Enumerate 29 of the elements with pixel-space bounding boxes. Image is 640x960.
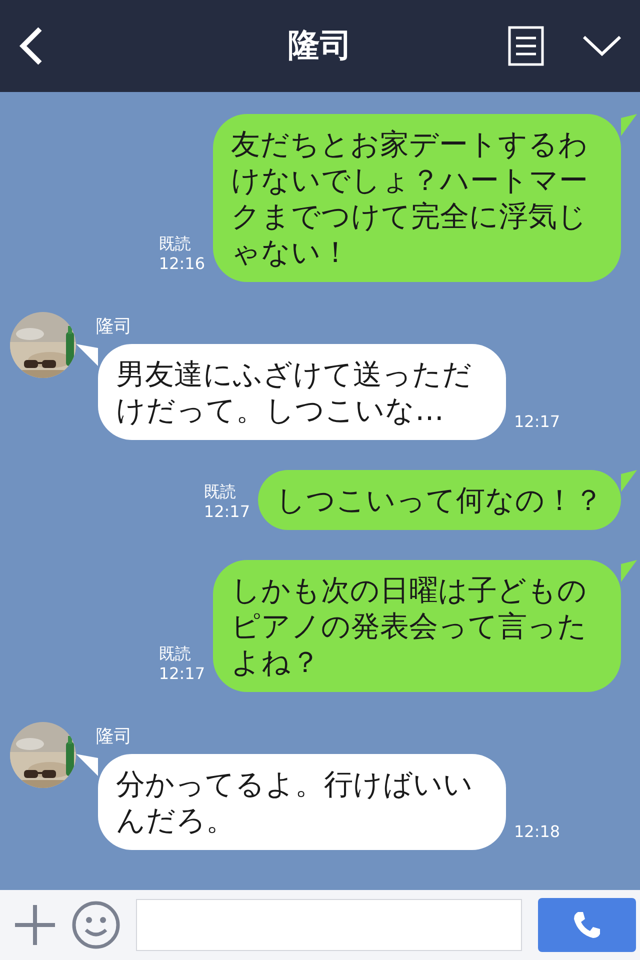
sender-name: 隆司 (96, 315, 132, 338)
message-time: 12:16 (158, 254, 205, 274)
bubble-tail (76, 344, 98, 366)
menu-icon[interactable] (508, 26, 544, 66)
call-button[interactable] (538, 898, 636, 952)
phone-icon (572, 910, 602, 940)
message-text: 友だちとお家デートするわけないでしょ？ハートマークまでつけて完全に浮気じゃない！ (213, 114, 621, 282)
bubble-tail (621, 560, 637, 582)
message-text: 男友達にふざけて送っただけだって。しつこいな… (98, 344, 506, 440)
read-status: 既読 (158, 234, 192, 254)
chevron-down-icon[interactable] (582, 35, 622, 57)
read-status: 既読 (158, 644, 192, 664)
bubble-tail (621, 114, 637, 136)
read-status: 既読 (204, 482, 237, 502)
message-time: 12:18 (514, 822, 560, 842)
bubble-tail (621, 470, 637, 492)
smiley-icon[interactable] (72, 901, 120, 949)
message-input[interactable] (136, 899, 522, 951)
chat-title: 隆司 (288, 25, 352, 66)
message-text: しかも次の日曜は子どものピアノの発表会って言ったよね？ (213, 560, 621, 692)
bubble-tail (76, 754, 98, 776)
message-time: 12:17 (514, 412, 560, 432)
message-text: 分かってるよ。行けばいいんだろ。 (98, 754, 506, 850)
message-text: しつこいって何なの！？ (258, 470, 621, 530)
back-icon[interactable] (18, 26, 44, 66)
plus-icon[interactable] (14, 904, 56, 946)
sender-name: 隆司 (96, 725, 132, 748)
message-time: 12:17 (158, 664, 205, 684)
message-time: 12:17 (204, 502, 250, 522)
